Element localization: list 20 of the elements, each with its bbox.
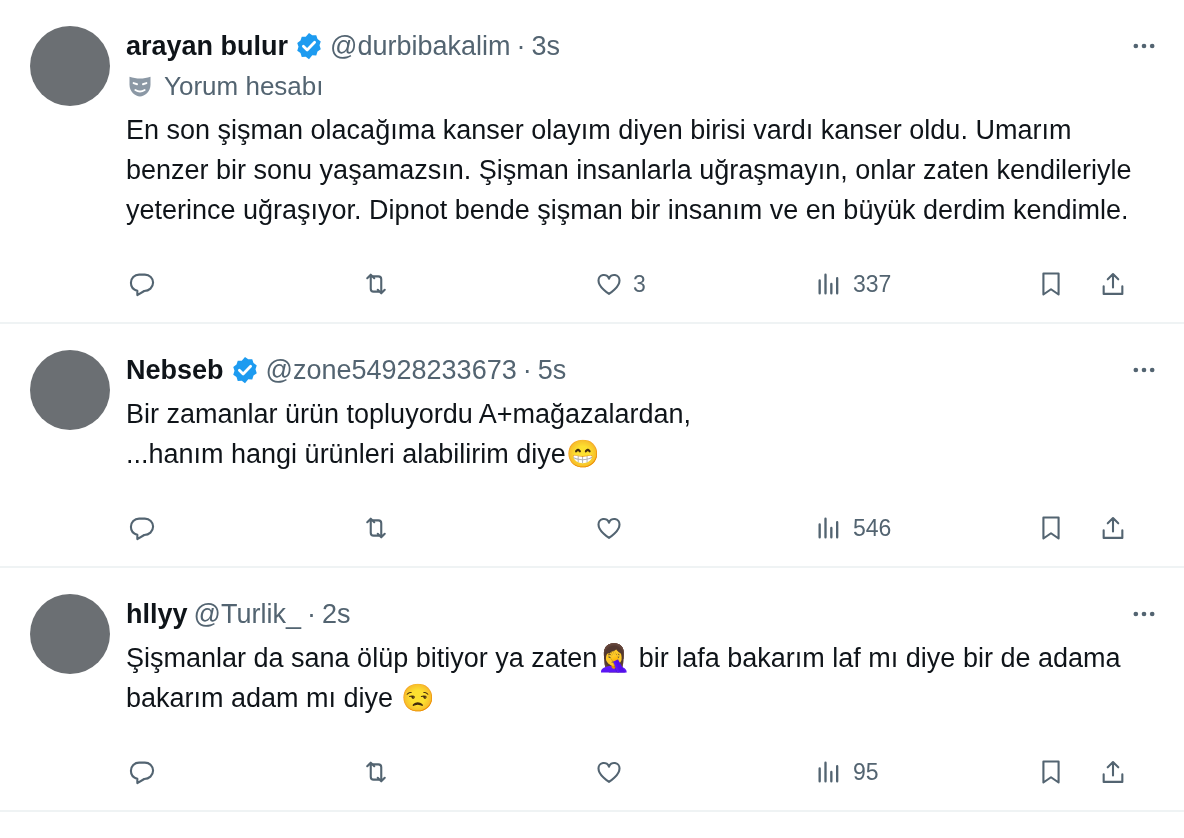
post-text: En son şişman olacağıma kanser olayım diyen birisi vardı kanser oldu. Umarım benzer bir sonu yaşamazsın. Şişman insanlarla uğraşmayın, onlar zaten kendileriyle yeterince uğraşıyor. Dipnot bende şişman bir insanım ve en büyük derdim kendimle. [126, 114, 1133, 227]
user-handle[interactable]: @zone54928233673 [265, 354, 517, 386]
user-name[interactable]: arayan bulur [126, 30, 289, 62]
view-count: 95 [853, 758, 879, 786]
post-time[interactable]: 2s [321, 598, 351, 630]
post-text: Şişmanlar da sana ölüp bitiyor ya zaten🤦‍♀ bir lafa bakarım laf mı diye bir de adama bakarım adam mı diye 😒 [126, 642, 1122, 715]
post-time[interactable]: 3s [531, 30, 561, 62]
view-count: 546 [853, 514, 892, 542]
user-name[interactable]: hllyy [126, 598, 188, 630]
separator-dot: · [522, 354, 532, 386]
user-handle[interactable]: @Turlik_ [193, 598, 301, 630]
like-count: 3 [633, 270, 646, 298]
separator-dot: · [516, 30, 526, 62]
user-name[interactable]: Nebseb [126, 354, 224, 386]
user-handle[interactable]: @durbibakalim [330, 30, 511, 62]
separator-dot: · [306, 598, 316, 630]
account-label: Yorum hesabı [164, 70, 324, 102]
view-count: 337 [853, 270, 892, 298]
post-time[interactable]: 5s [537, 354, 567, 386]
post-text: Bir zamanlar ürün topluyordu A+mağazalardan, ...hanım hangi ürünleri alabilirim diye😁 [126, 398, 693, 471]
